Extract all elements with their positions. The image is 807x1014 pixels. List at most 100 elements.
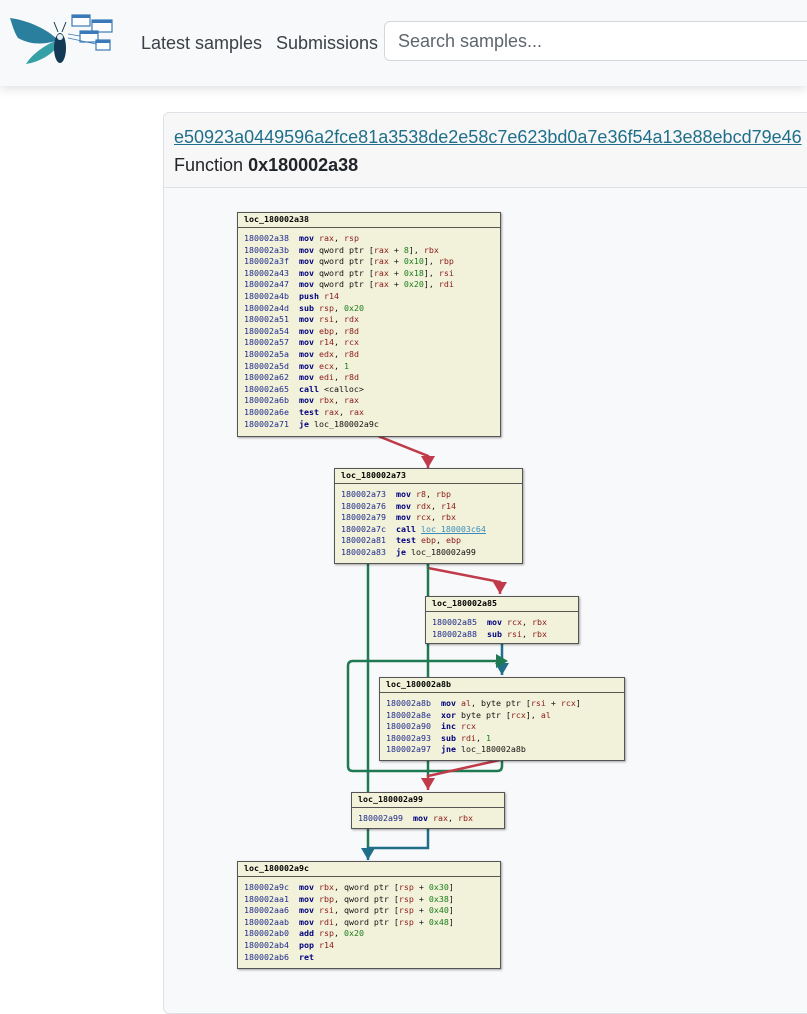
instruction-operand: 0x18 <box>403 267 424 278</box>
instruction-mnemonic: sub <box>298 302 314 313</box>
instruction-mnemonic: mov <box>298 279 314 290</box>
instruction-operand: , <box>521 617 532 627</box>
basic-block[interactable]: loc_180002a9c 180002a9c mov rbx , qword pt… <box>237 861 501 969</box>
instruction-address: 180002aab <box>244 916 289 927</box>
search-input[interactable] <box>384 21 807 61</box>
block-title: loc_180002a99 <box>352 793 504 808</box>
instruction-operand: , <box>333 325 344 336</box>
instruction-operand: rbx <box>531 617 547 627</box>
edge-b2-b3-false <box>426 563 507 594</box>
instruction-operand: rsp <box>398 882 414 892</box>
instruction-operand: , byte ptr [ <box>470 698 531 708</box>
instruction-operand: , <box>425 489 436 499</box>
instruction-line: 180002a79 mov rcx, rbx <box>341 512 522 524</box>
block-body: 180002a73 mov r8, rbp 180002a76 mov rdx, … <box>335 484 522 563</box>
instruction-address: 180002a5a <box>244 348 289 359</box>
instruction-operand: , <box>333 314 344 325</box>
instruction-operand: , <box>333 360 344 371</box>
instruction-operand: rbx <box>318 882 334 892</box>
instruction-operand: rsi <box>318 314 334 325</box>
instruction-operand: , <box>333 928 344 939</box>
instruction-mnemonic: mov <box>298 905 314 916</box>
instruction-operand: 1 <box>343 360 349 371</box>
instruction-mnemonic: mov <box>298 267 314 278</box>
instruction-operand: , <box>333 395 344 406</box>
instruction-line: 180002a43 mov qword ptr [rax + 0x18], rs… <box>244 268 500 280</box>
instruction-operand: 0x38 <box>428 893 449 904</box>
instruction-address: 180002ab4 <box>244 939 289 950</box>
instruction-operand: ] <box>448 905 454 916</box>
basic-block[interactable]: loc_180002a73 180002a73 mov r8, rbp 180002… <box>334 468 523 564</box>
instruction-line: 180002a47 mov qword ptr [rax + 0x20], rd… <box>244 279 500 291</box>
instruction-mnemonic: call <box>298 383 319 394</box>
instruction-line: 180002a57 mov r14, rcx <box>244 337 500 349</box>
instruction-operand: edx <box>318 348 334 359</box>
basic-block[interactable]: loc_180002a38 180002a38 mov rax, rsp 18000… <box>237 212 501 437</box>
instruction-operand: 0x40 <box>428 905 449 916</box>
instruction-line: 180002a5a mov edx, r8d <box>244 349 500 361</box>
instruction-operand: ], <box>423 267 439 278</box>
instruction-mnemonic: push <box>298 290 319 301</box>
instruction-operand: rdi <box>460 732 476 743</box>
instruction-line: 180002a4b push r14 <box>244 291 500 303</box>
instruction-line: 180002aa1 mov rbp, qword ptr [rsp + 0x38… <box>244 894 500 906</box>
instruction-mnemonic: test <box>298 406 319 417</box>
instruction-mnemonic: pop <box>298 939 314 950</box>
instruction-operand: rdx <box>343 314 359 325</box>
instruction-address: 180002ab6 <box>244 951 289 962</box>
instruction-operand: ], <box>525 709 541 720</box>
basic-block[interactable]: loc_180002a99 180002a99 mov rax, rbx <box>351 792 505 829</box>
instruction-operand: rax <box>373 279 389 290</box>
instruction-operand: , <box>338 406 349 417</box>
instruction-operand: rax <box>432 813 448 823</box>
block-title: loc_180002a73 <box>335 469 522 484</box>
instruction-line: 180002ab4 pop r14 <box>244 940 500 952</box>
instruction-address: 180002a9c <box>244 882 289 892</box>
instruction-mnemonic: je <box>395 546 406 557</box>
nav-submissions[interactable]: Submissions <box>276 33 378 54</box>
block-title: loc_180002a38 <box>238 213 500 228</box>
instruction-operand: qword ptr [ <box>318 267 374 278</box>
instruction-operand: + <box>413 893 429 904</box>
instruction-mnemonic: mov <box>395 500 411 511</box>
instruction-line: 180002a6b mov rbx, rax <box>244 395 500 407</box>
instruction-operand: , <box>435 535 446 546</box>
instruction-line: 180002a81 test ebp, ebp <box>341 535 522 547</box>
moth-logo-icon[interactable] <box>8 10 116 72</box>
block-body: 180002a38 mov rax, rsp 180002a3b mov qwor… <box>238 228 500 434</box>
instruction-address: 180002a65 <box>244 383 289 394</box>
instruction-operand: , qword ptr [ <box>333 905 399 916</box>
instruction-line: 180002a7c call loc_180003c64 <box>341 524 522 536</box>
instruction-operand: , <box>430 512 441 523</box>
instruction-mnemonic: mov <box>440 698 456 708</box>
instruction-address: 180002a85 <box>432 617 477 627</box>
basic-block[interactable]: loc_180002a8b 180002a8b mov al, byte ptr … <box>379 677 625 761</box>
instruction-operand: ], <box>423 256 439 267</box>
instruction-address: 180002a47 <box>244 279 289 290</box>
instruction-line: 180002a73 mov r8, rbp <box>341 489 522 501</box>
instruction-line: 180002a88 sub rsi, rbx <box>432 629 578 641</box>
instruction-operand: rsp <box>398 905 414 916</box>
instruction-operand: rax <box>373 267 389 278</box>
instruction-operand: rdx <box>415 500 431 511</box>
block-title: loc_180002a9c <box>238 862 500 877</box>
instruction-address: 180002a76 <box>341 500 386 511</box>
instruction-operand: , <box>521 628 532 639</box>
instruction-operand: , <box>333 372 344 383</box>
instruction-operand: rbx <box>531 628 547 639</box>
edge-b5-b6 <box>361 828 430 860</box>
instruction-operand: rcx <box>415 512 431 523</box>
nav-latest-samples[interactable]: Latest samples <box>141 33 262 54</box>
instruction-mnemonic: je <box>298 418 309 429</box>
instruction-mnemonic: sub <box>440 732 456 743</box>
instruction-mnemonic: mov <box>298 348 314 359</box>
instruction-line: 180002ab6 ret <box>244 952 500 964</box>
instruction-address: 180002a8b <box>386 698 431 708</box>
basic-block[interactable]: loc_180002a85 180002a85 mov rcx, rbx 18000… <box>425 596 579 644</box>
instruction-address: 180002a99 <box>358 813 403 823</box>
instruction-mnemonic: sub <box>486 628 502 639</box>
instruction-line: 180002a3b mov qword ptr [rax + 8], rbx <box>244 245 500 257</box>
instruction-mnemonic: test <box>395 535 416 546</box>
instruction-operand: ], <box>423 279 439 290</box>
call-target-link[interactable]: loc_180003c64 <box>421 524 486 534</box>
